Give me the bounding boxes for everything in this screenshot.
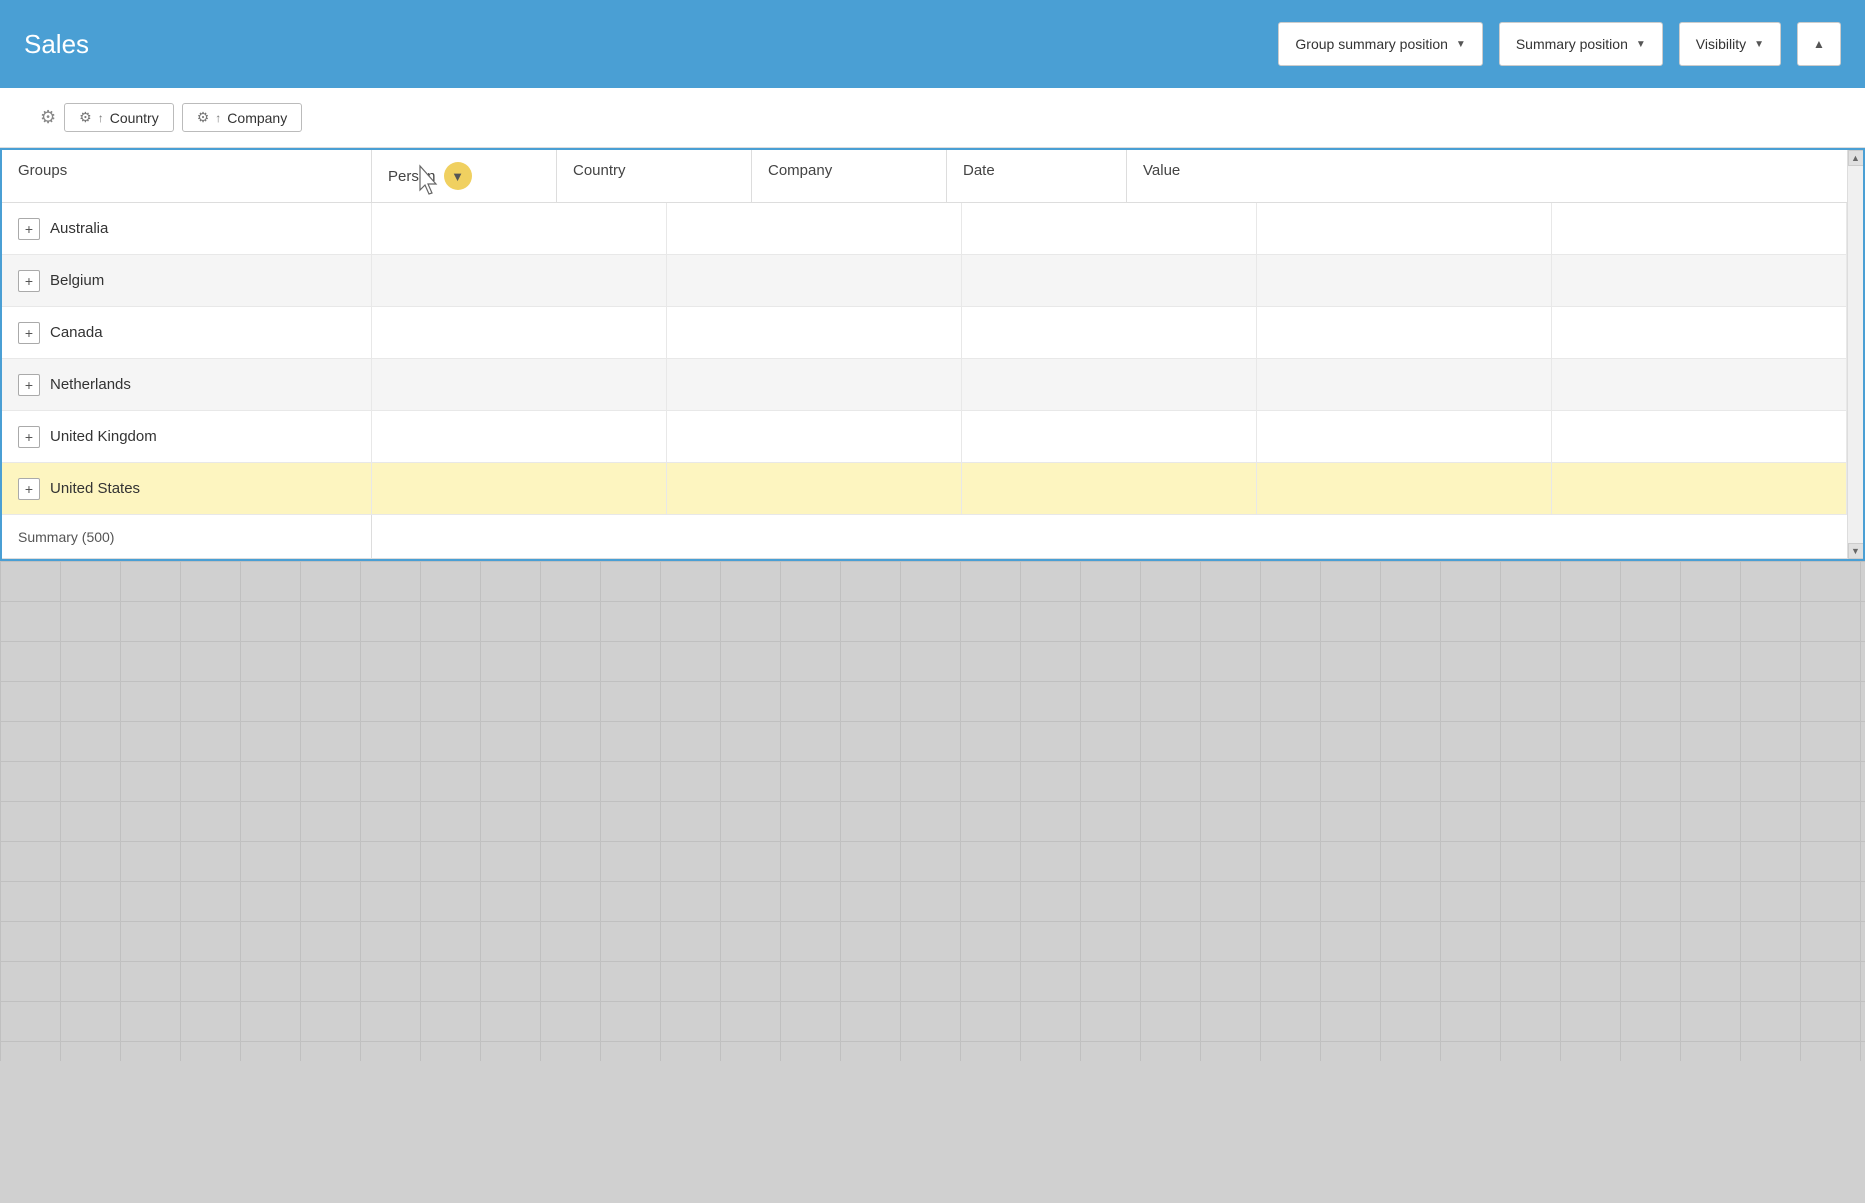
row-value-cell <box>1552 411 1847 462</box>
col-header-value: Value <box>1127 150 1847 202</box>
data-table: Groups Person ▼ Country Company Date Val… <box>0 148 1865 561</box>
row-data-cell <box>962 359 1257 410</box>
expand-button[interactable]: + <box>18 218 40 240</box>
row-group-label: Australia <box>50 220 108 237</box>
row-value-cell <box>1552 359 1847 410</box>
col-header-groups: Groups <box>2 150 372 202</box>
row-data-cell <box>372 255 667 306</box>
pill-gear-icon-2: ⚙ <box>197 109 210 126</box>
group-pills-row: ⚙ ⚙ ↑ Country ⚙ ↑ Company <box>0 88 1865 148</box>
row-data-cell <box>372 307 667 358</box>
filter-icon: ▼ <box>451 169 464 184</box>
row-group-label: United States <box>50 480 140 497</box>
settings-icon[interactable]: ⚙ <box>40 107 56 128</box>
row-data-cell <box>962 203 1257 254</box>
row-group-label: Belgium <box>50 272 104 289</box>
table-row[interactable]: + United States <box>2 463 1863 515</box>
filter-button[interactable]: ▼ <box>444 162 472 190</box>
pill-country-label: Country <box>110 110 159 126</box>
row-value-cell <box>1552 203 1847 254</box>
row-data-cell <box>667 307 962 358</box>
summary-position-button[interactable]: Summary position ▼ <box>1499 22 1663 66</box>
row-group-cell: + Australia <box>2 203 372 254</box>
row-data-cell <box>372 463 667 514</box>
row-group-label: Netherlands <box>50 376 131 393</box>
pill-sort-icon: ↑ <box>98 111 104 125</box>
col-header-company: Company <box>752 150 947 202</box>
row-data-cell <box>1257 203 1552 254</box>
chevron-up-icon: ▲ <box>1813 37 1825 51</box>
collapse-button[interactable]: ▲ <box>1797 22 1841 66</box>
row-data-cell <box>1257 307 1552 358</box>
row-data-cell <box>667 411 962 462</box>
group-summary-dropdown-arrow: ▼ <box>1456 39 1466 50</box>
summary-row: Summary (500) <box>2 515 1863 559</box>
row-data-cell <box>667 203 962 254</box>
table-header-row: Groups Person ▼ Country Company Date Val… <box>2 150 1863 203</box>
expand-button[interactable]: + <box>18 426 40 448</box>
summary-label: Summary (500) <box>2 515 372 558</box>
row-data-cell <box>372 411 667 462</box>
table-row[interactable]: + Belgium <box>2 255 1863 307</box>
group-summary-position-button[interactable]: Group summary position ▼ <box>1278 22 1482 66</box>
row-group-label: Canada <box>50 324 103 341</box>
pill-company-label: Company <box>227 110 287 126</box>
row-data-cell <box>372 203 667 254</box>
scroll-up-arrow[interactable]: ▲ <box>1848 150 1864 166</box>
visibility-dropdown-arrow: ▼ <box>1754 39 1764 50</box>
row-value-cell <box>1552 307 1847 358</box>
summary-data-area <box>372 515 1847 558</box>
table-row[interactable]: + Netherlands <box>2 359 1863 411</box>
row-data-cell <box>1257 359 1552 410</box>
row-value-cell <box>1552 255 1847 306</box>
expand-button[interactable]: + <box>18 374 40 396</box>
row-data-cell <box>962 307 1257 358</box>
background-grid <box>0 561 1865 1061</box>
row-data-cell <box>372 359 667 410</box>
visibility-button[interactable]: Visibility ▼ <box>1679 22 1781 66</box>
row-data-cell <box>667 255 962 306</box>
summary-dropdown-arrow: ▼ <box>1636 39 1646 50</box>
row-data-cell <box>1257 463 1552 514</box>
row-data-cell <box>962 463 1257 514</box>
row-data-cell <box>1257 411 1552 462</box>
group-pill-country[interactable]: ⚙ ↑ Country <box>64 103 174 132</box>
row-data-cell <box>1257 255 1552 306</box>
row-group-cell: + United Kingdom <box>2 411 372 462</box>
row-data-cell <box>962 255 1257 306</box>
group-pill-company[interactable]: ⚙ ↑ Company <box>182 103 302 132</box>
expand-button[interactable]: + <box>18 478 40 500</box>
pill-gear-icon: ⚙ <box>79 109 92 126</box>
scroll-down-arrow[interactable]: ▼ <box>1848 543 1864 559</box>
row-group-cell: + United States <box>2 463 372 514</box>
table-body: + Australia + Belgium + Canada + Netherlands + Un… <box>2 203 1863 515</box>
vertical-scrollbar[interactable]: ▲ ▼ <box>1847 150 1863 559</box>
row-group-cell: + Belgium <box>2 255 372 306</box>
app-title: Sales <box>24 29 89 60</box>
table-row[interactable]: + Canada <box>2 307 1863 359</box>
pill-sort-icon-2: ↑ <box>215 111 221 125</box>
expand-button[interactable]: + <box>18 322 40 344</box>
row-data-cell <box>667 463 962 514</box>
col-header-country: Country <box>557 150 752 202</box>
table-row[interactable]: + United Kingdom <box>2 411 1863 463</box>
table-row[interactable]: + Australia <box>2 203 1863 255</box>
header-bar: Sales Group summary position ▼ Summary p… <box>0 0 1865 88</box>
col-header-person: Person ▼ <box>372 150 557 202</box>
col-header-date: Date <box>947 150 1127 202</box>
row-value-cell <box>1552 463 1847 514</box>
row-group-cell: + Netherlands <box>2 359 372 410</box>
row-group-cell: + Canada <box>2 307 372 358</box>
row-data-cell <box>962 411 1257 462</box>
expand-button[interactable]: + <box>18 270 40 292</box>
row-group-label: United Kingdom <box>50 428 157 445</box>
row-data-cell <box>667 359 962 410</box>
